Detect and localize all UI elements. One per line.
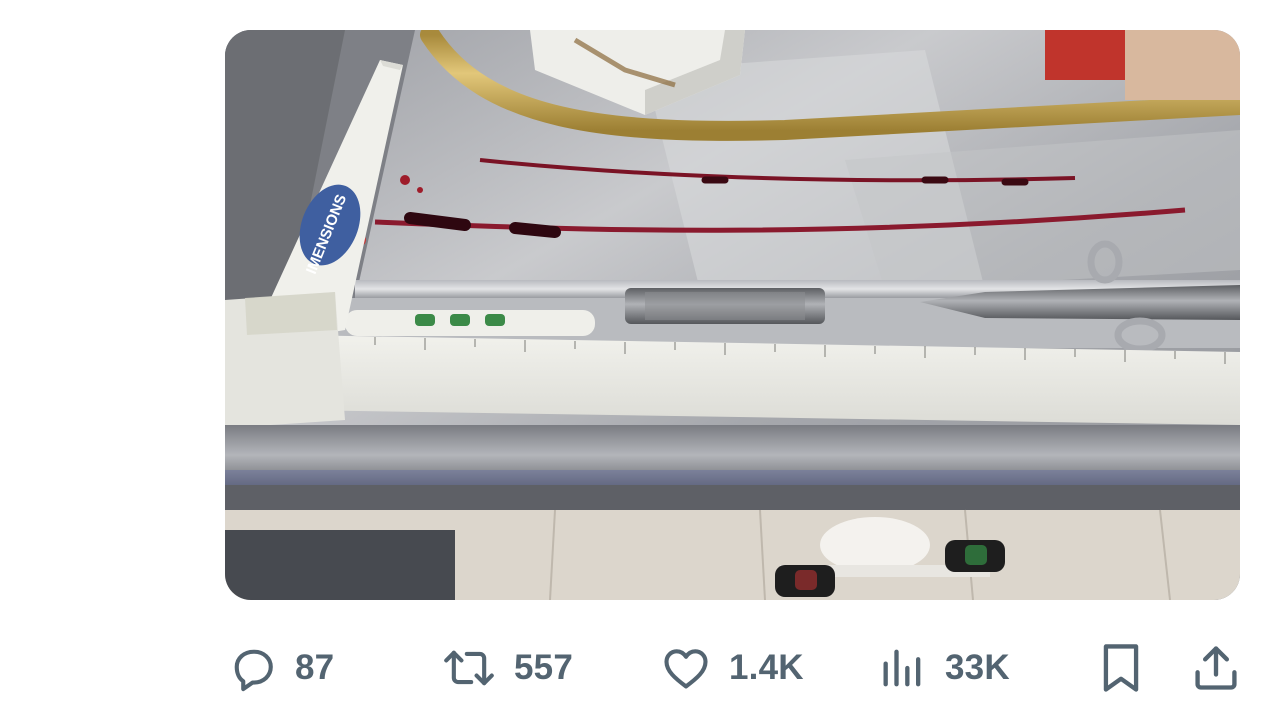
bar-chart-icon: [877, 642, 929, 694]
like-button[interactable]: 1.4K: [659, 636, 804, 700]
repost-count: 557: [514, 648, 573, 687]
views-button[interactable]: 33K: [877, 636, 1010, 700]
share-button[interactable]: [1190, 636, 1242, 700]
reply-count: 87: [295, 648, 335, 687]
tweet-media-photo[interactable]: IMENSIONS: [225, 30, 1240, 600]
tweet-action-bar: 87 557 1.4K 33K: [225, 636, 1245, 700]
heart-icon: [659, 642, 713, 694]
tweet-view: IMENSIONS 87 557 1.4K 33K: [0, 0, 1280, 720]
repost-button[interactable]: 557: [440, 636, 573, 700]
bookmark-button[interactable]: [1095, 636, 1147, 700]
reply-button[interactable]: 87: [227, 636, 334, 700]
views-count: 33K: [945, 648, 1010, 687]
bookmark-icon: [1095, 640, 1147, 696]
like-count: 1.4K: [729, 648, 804, 687]
repost-icon: [440, 642, 498, 694]
comment-icon: [227, 642, 279, 694]
share-icon: [1190, 642, 1242, 694]
photo-content: IMENSIONS: [225, 30, 1240, 600]
